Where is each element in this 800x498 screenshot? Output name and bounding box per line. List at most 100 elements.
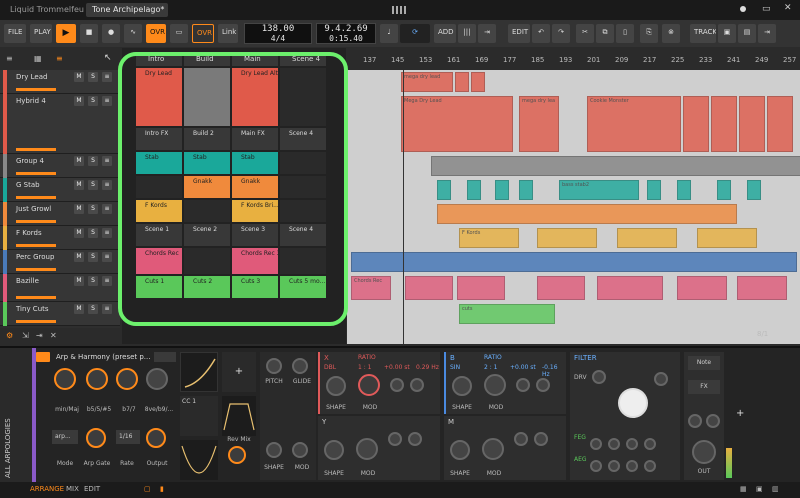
arranger-clip[interactable] <box>767 96 793 152</box>
drv-knob[interactable] <box>592 370 606 384</box>
mute-button[interactable]: M <box>74 96 84 106</box>
launcher-clip[interactable]: Cuts 2 <box>184 276 230 298</box>
env-knob-4[interactable] <box>644 438 656 450</box>
fine-value-1[interactable]: +0.00 st <box>384 364 410 371</box>
arranger-clip[interactable]: Mega Dry Lead <box>401 96 513 152</box>
arp-gate-knob[interactable] <box>86 428 106 448</box>
track-name[interactable]: Tiny Cuts <box>16 305 49 313</box>
launcher-clip[interactable] <box>280 152 326 174</box>
position-display[interactable]: 9.4.2.69 0:15.40 <box>316 23 376 44</box>
solo-button[interactable]: S <box>88 180 98 190</box>
inspector-icon[interactable]: ▥ <box>772 485 779 493</box>
launcher-clip[interactable]: Gnakk <box>184 176 230 198</box>
layout-grid-icon[interactable]: ▣ <box>756 485 763 493</box>
track-header[interactable]: Dry Lead M S ≡ <box>0 70 120 94</box>
window-restore-icon[interactable]: ▭ <box>762 4 771 14</box>
arp-knob-2[interactable] <box>86 368 108 390</box>
launcher-clip[interactable] <box>184 68 230 126</box>
track-header[interactable]: Perc Group M S ≡ <box>0 250 120 274</box>
shape-knob-x[interactable] <box>326 376 346 396</box>
track-name[interactable]: G Stab <box>16 181 40 189</box>
launcher-clip[interactable]: Scene 2 <box>184 224 230 246</box>
arranger-clip[interactable] <box>519 180 533 200</box>
launcher-clip[interactable]: F Kords <box>136 200 182 222</box>
track-name[interactable]: F Kords <box>16 229 42 237</box>
arranger-clip[interactable] <box>737 276 787 300</box>
volume-meter[interactable] <box>16 244 56 247</box>
cc-mod[interactable]: CC 1 <box>180 396 218 436</box>
arranger-clip[interactable] <box>697 228 757 248</box>
power-icon[interactable] <box>36 352 50 362</box>
env-knob-1[interactable] <box>590 438 602 450</box>
play-menu-button[interactable]: PLAY <box>30 24 52 43</box>
timeline-ruler[interactable]: 137 145 153 161 169 177 185 193 201 209 217 225 233 2… <box>347 48 800 70</box>
launcher-clip[interactable]: Scene 4 <box>280 128 326 150</box>
arranger-clip[interactable]: F Kords <box>459 228 519 248</box>
duplicate-icon[interactable]: ⎘ <box>640 24 658 43</box>
arranger-clip[interactable] <box>717 180 731 200</box>
ratio-value-2[interactable]: 2 : 1 <box>484 364 497 371</box>
launcher-clip[interactable] <box>184 200 230 222</box>
close-panel-icon[interactable]: ✕ <box>50 331 57 340</box>
arp-knob-4[interactable] <box>146 368 168 390</box>
solo-button[interactable]: S <box>88 228 98 238</box>
knob-x4[interactable] <box>410 378 424 392</box>
meter-value[interactable]: 4/4 <box>245 34 311 43</box>
mute-button[interactable]: M <box>74 228 84 238</box>
env-knob-5[interactable] <box>590 460 602 472</box>
arranger-clip[interactable] <box>739 96 765 152</box>
knob-a4[interactable] <box>536 378 550 392</box>
zoom-level[interactable]: 8/1 <box>757 330 768 338</box>
arranger-clip[interactable] <box>747 180 761 200</box>
scene-launch-3[interactable]: Scene 4 <box>280 52 326 66</box>
hz-value-1[interactable]: 0.29 Hz <box>416 364 439 371</box>
tracks-icon[interactable]: ≡ <box>56 54 63 63</box>
stop-button[interactable]: ■ <box>80 24 98 43</box>
add-mod-button[interactable]: + <box>222 352 256 392</box>
arranger-clip[interactable]: mega dry lea <box>519 96 559 152</box>
arranger-clip[interactable] <box>647 180 661 200</box>
grid-icon[interactable]: ▦ <box>34 54 42 63</box>
track-header[interactable]: Bazille M S ≡ <box>0 274 120 302</box>
ratio-value[interactable]: 1 : 1 <box>358 364 371 371</box>
arranger-clip[interactable] <box>437 180 451 200</box>
arranger-clip[interactable] <box>537 228 597 248</box>
arm-button[interactable]: ≡ <box>102 96 112 106</box>
pointer-icon[interactable]: ↖ <box>104 53 112 63</box>
link-button[interactable]: Link <box>218 24 238 43</box>
launcher-clip[interactable] <box>280 176 326 198</box>
knob-x3[interactable] <box>390 378 404 392</box>
arranger-clip[interactable] <box>597 276 663 300</box>
launcher-clip[interactable] <box>184 248 230 274</box>
settings-icon[interactable]: ⚙ <box>6 331 13 340</box>
knob-m3[interactable] <box>514 432 528 446</box>
launcher-clip[interactable]: Intro FX <box>136 128 182 150</box>
redo-icon[interactable]: ↷ <box>552 24 570 43</box>
fine-value-2[interactable]: +0.00 st <box>510 364 536 371</box>
close-icon[interactable]: ✕ <box>784 3 792 13</box>
knob-y4[interactable] <box>408 432 422 446</box>
browser-icon[interactable]: ▦ <box>740 485 747 493</box>
list-icon[interactable]: ≡ <box>6 54 20 64</box>
paste-icon[interactable]: ▯ <box>616 24 634 43</box>
mute-button[interactable]: M <box>74 204 84 214</box>
cut-icon[interactable]: ✂ <box>576 24 594 43</box>
rev-mix-knob[interactable] <box>228 446 246 464</box>
lfo-mod[interactable] <box>180 440 218 480</box>
arrow-icon[interactable]: ⇥ <box>478 24 496 43</box>
mute-button[interactable]: M <box>74 252 84 262</box>
env-knob-2[interactable] <box>608 438 620 450</box>
res-knob[interactable] <box>654 372 668 386</box>
metronome-icon[interactable]: ♩ <box>380 24 398 43</box>
arm-button[interactable]: ≡ <box>102 180 112 190</box>
tab-liquid[interactable]: Liquid Trommelfeuer <box>4 3 84 17</box>
launcher-clip[interactable]: Dry Lead Alt <box>232 68 278 126</box>
solo-button[interactable]: S <box>88 204 98 214</box>
layout-icon[interactable]: ▣ <box>718 24 736 43</box>
track-name[interactable]: Bazille <box>16 277 39 285</box>
track-header[interactable]: Hybrid 4 M S ≡ <box>0 94 120 154</box>
launcher-clip[interactable]: Chords Rec 3 <box>232 248 278 274</box>
volume-meter[interactable] <box>16 148 56 151</box>
launcher-clip[interactable] <box>280 248 326 274</box>
track-name[interactable]: Dry Lead <box>16 73 47 81</box>
